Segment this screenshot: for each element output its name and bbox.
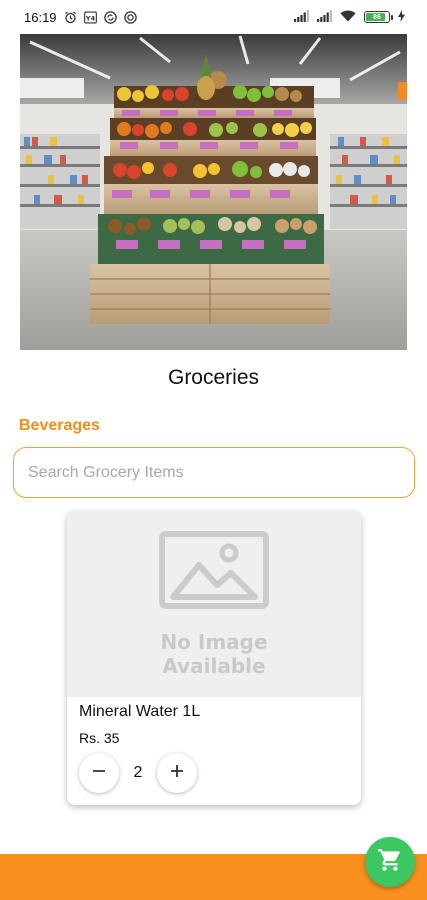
bottom-bar[interactable] bbox=[0, 854, 427, 900]
no-image-text-line1: No Image bbox=[160, 630, 268, 654]
signal-icon bbox=[317, 9, 332, 25]
search-input[interactable] bbox=[28, 463, 400, 482]
product-name: Mineral Water 1L bbox=[79, 703, 201, 720]
sim-icon: Y4 bbox=[83, 11, 97, 24]
image-placeholder-icon bbox=[159, 531, 269, 614]
category-label[interactable]: Beverages bbox=[19, 417, 100, 435]
quantity-stepper: 2 bbox=[79, 753, 197, 793]
product-image-placeholder: No Image Available bbox=[67, 511, 361, 697]
battery-level: 86 bbox=[373, 13, 381, 21]
groceries-shelf-image bbox=[20, 34, 407, 350]
cart-icon bbox=[377, 847, 403, 878]
data-saver-icon bbox=[123, 10, 137, 24]
status-time: 16:19 bbox=[24, 9, 57, 25]
plus-icon bbox=[169, 763, 185, 784]
decrement-button[interactable] bbox=[79, 753, 119, 793]
wifi-icon bbox=[340, 10, 356, 25]
status-right: 86 bbox=[294, 9, 405, 25]
search-box[interactable] bbox=[13, 447, 415, 498]
svg-text:Y4: Y4 bbox=[84, 14, 95, 22]
product-card[interactable]: No Image Available Mineral Water 1L Rs. … bbox=[67, 511, 361, 805]
charging-icon bbox=[398, 9, 405, 25]
page-title: Groceries bbox=[167, 366, 260, 389]
status-bar: 16:19 Y4 86 bbox=[0, 0, 427, 34]
minus-icon bbox=[91, 763, 107, 784]
signal-icon bbox=[294, 9, 309, 25]
product-price: Rs. 35 bbox=[79, 730, 120, 746]
cart-button[interactable] bbox=[365, 837, 415, 887]
quantity-value: 2 bbox=[133, 764, 143, 781]
battery-icon: 86 bbox=[364, 11, 393, 23]
alarm-icon bbox=[64, 11, 77, 24]
no-image-text-line2: Available bbox=[162, 654, 266, 678]
sync-icon bbox=[103, 10, 117, 24]
status-left: 16:19 Y4 bbox=[24, 10, 137, 25]
increment-button[interactable] bbox=[157, 753, 197, 793]
